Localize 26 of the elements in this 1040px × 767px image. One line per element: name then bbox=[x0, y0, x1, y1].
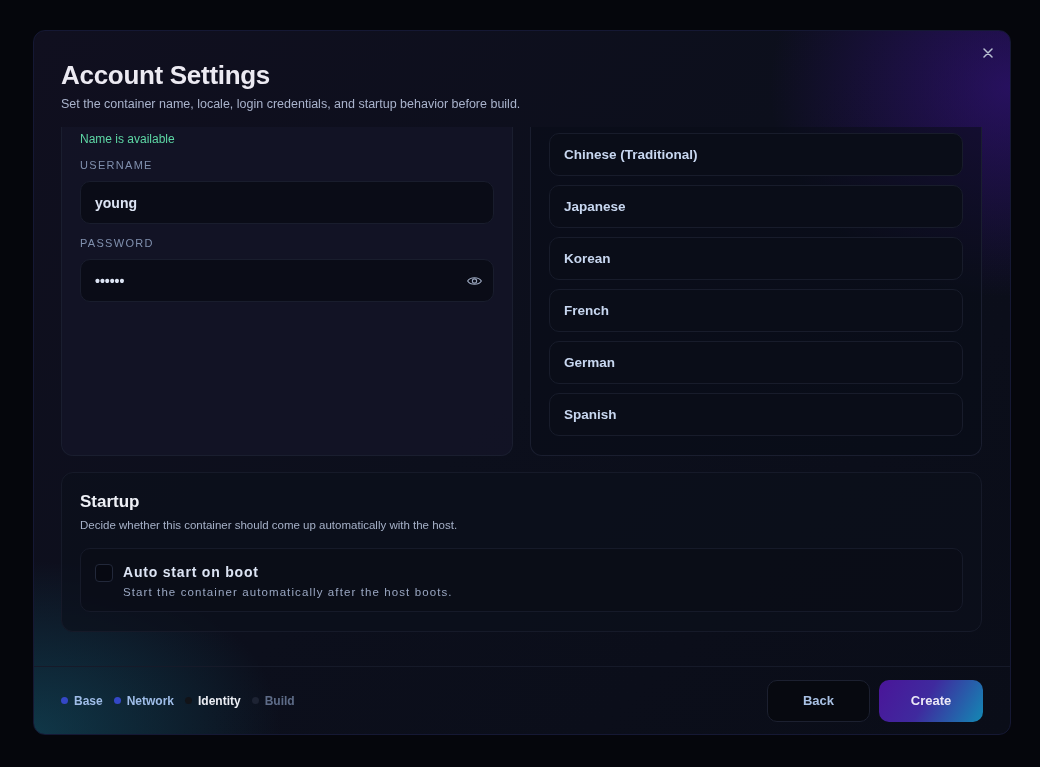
field-label: PASSWORD bbox=[80, 236, 155, 250]
language-option[interactable]: French bbox=[549, 289, 963, 332]
back-button[interactable]: Back bbox=[767, 679, 870, 722]
option-description: Start the container automatically after the host boots. bbox=[123, 585, 453, 600]
password-field[interactable]: •••••• bbox=[80, 259, 494, 302]
language-option[interactable]: Spanish bbox=[549, 393, 963, 436]
language-option[interactable]: Japanese bbox=[549, 185, 963, 228]
section-title: Startup bbox=[80, 491, 141, 513]
username-field[interactable]: young bbox=[80, 181, 494, 224]
dialog-title: Account Settings bbox=[61, 59, 271, 91]
language-option[interactable]: German bbox=[549, 341, 963, 384]
dialog-subtitle: Set the container name, locale, login credentials, and startup behavior before build. bbox=[61, 96, 522, 113]
section-description: Decide whether this container should come up automatically with the host. bbox=[80, 518, 459, 533]
close-icon[interactable] bbox=[983, 48, 993, 58]
step-label: Identity bbox=[198, 692, 241, 709]
language-option[interactable]: Chinese (Traditional) bbox=[549, 133, 963, 176]
language-option[interactable]: Korean bbox=[549, 237, 963, 280]
availability-message: Name is available bbox=[80, 131, 176, 147]
option-label: Auto start on boot bbox=[123, 563, 260, 581]
checkbox[interactable] bbox=[95, 564, 113, 582]
step-label: Network bbox=[126, 692, 175, 709]
step-label: Base bbox=[74, 692, 103, 709]
step-label: Build bbox=[264, 692, 295, 709]
field-label: USERNAME bbox=[80, 158, 154, 172]
create-button[interactable]: Create bbox=[879, 679, 983, 722]
eye-icon[interactable] bbox=[467, 275, 482, 286]
